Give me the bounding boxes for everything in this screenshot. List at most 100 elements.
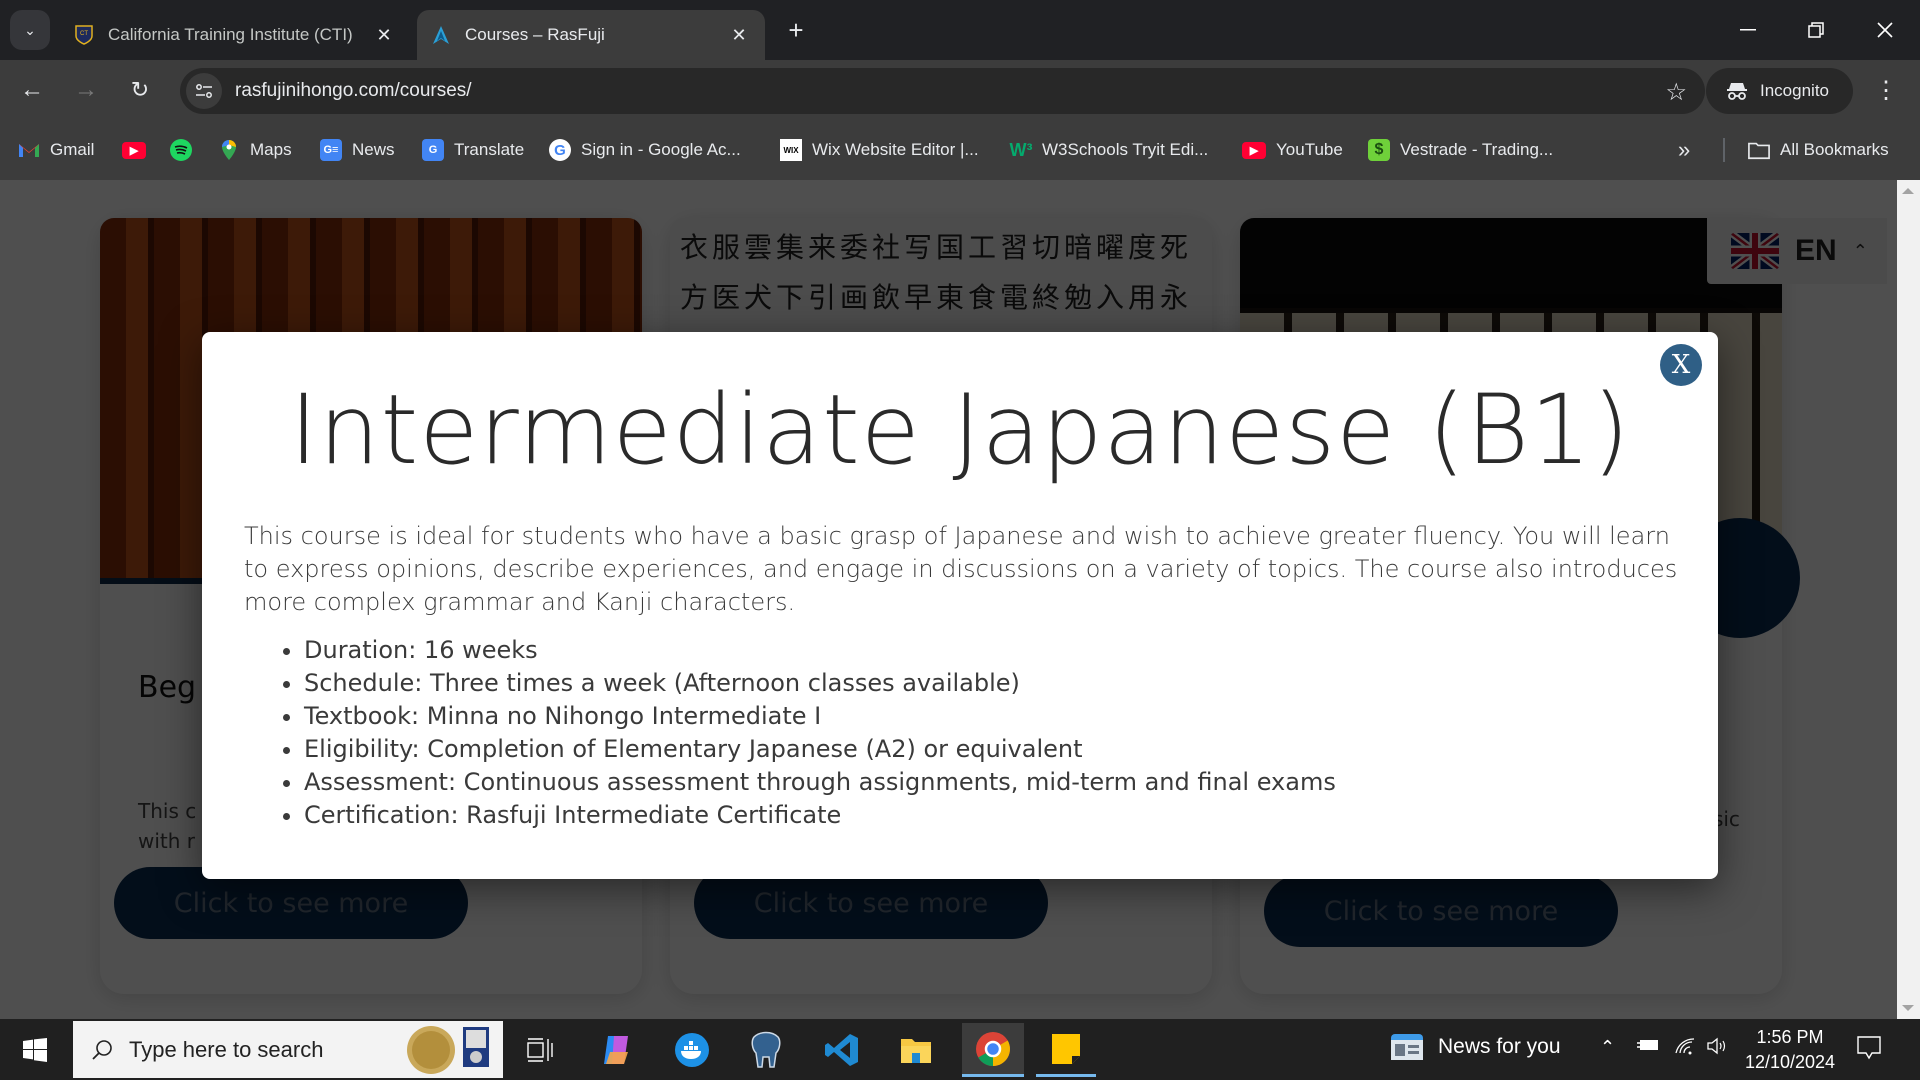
taskbar-file-explorer[interactable] (886, 1023, 946, 1077)
detail-eligibility: Eligibility: Completion of Elementary Ja… (304, 733, 1336, 766)
rasfuji-logo-icon (431, 25, 451, 45)
taskbar-chrome[interactable] (962, 1023, 1024, 1077)
tune-icon (196, 84, 212, 98)
notification-icon (1857, 1036, 1881, 1060)
google-translate-icon: G (422, 139, 444, 161)
google-news-icon: G≡ (320, 139, 342, 161)
notification-center-button[interactable] (1856, 1035, 1882, 1066)
arrow-left-icon: ← (20, 76, 44, 103)
wifi-icon[interactable] (1674, 1037, 1696, 1060)
address-bar[interactable]: rasfujinihongo.com/courses/ ☆ (180, 68, 1705, 114)
bookmarks-divider (1723, 138, 1725, 162)
bookmark-youtube[interactable]: ▶ (122, 136, 146, 164)
browser-menu-button[interactable]: ⋮ (1870, 72, 1902, 108)
system-clock[interactable]: 1:56 PM 12/10/2024 (1735, 1025, 1845, 1075)
postgresql-icon (751, 1031, 781, 1068)
bookmark-gmail[interactable]: Gmail (18, 136, 94, 164)
clock-date: 12/10/2024 (1744, 1052, 1836, 1072)
tab-cti[interactable]: CT California Training Institute (CTI) ✕ (60, 10, 410, 60)
reload-button[interactable]: ↻ (122, 72, 158, 108)
scroll-down-icon[interactable] (1902, 1005, 1914, 1011)
all-bookmarks-button[interactable]: All Bookmarks (1748, 136, 1889, 164)
taskbar-docker[interactable] (662, 1023, 722, 1077)
modal-description: This course is ideal for students who ha… (244, 522, 1678, 616)
start-button[interactable] (0, 1019, 70, 1080)
svg-text:CT: CT (80, 31, 88, 37)
gmail-icon (18, 139, 40, 161)
scroll-up-icon[interactable] (1902, 188, 1914, 194)
reload-icon: ↻ (130, 77, 150, 102)
page-scrollbar[interactable] (1897, 180, 1920, 1019)
restore-button[interactable] (1786, 8, 1846, 52)
google-icon: G (549, 139, 571, 161)
bookmark-w3schools[interactable]: W³ W3Schools Tryit Edi... (1010, 136, 1209, 164)
task-view-icon (527, 1038, 553, 1062)
taskbar-copilot[interactable] (586, 1023, 646, 1077)
site-info-button[interactable] (186, 73, 222, 109)
vestrade-icon: $ (1368, 139, 1390, 161)
url-text[interactable]: rasfujinihongo.com/courses/ (235, 80, 472, 102)
detail-schedule: Schedule: Three times a week (Afternoon … (304, 667, 1336, 700)
news-label: News for you (1438, 1035, 1561, 1058)
nobel-medal-icon (405, 1025, 491, 1075)
bookmark-news[interactable]: G≡ News (320, 136, 395, 164)
volume-icon[interactable] (1706, 1037, 1728, 1060)
chrome-icon (976, 1031, 1010, 1066)
clock-time: 1:56 PM (1756, 1027, 1824, 1047)
detail-certification: Certification: Rasfuji Intermediate Cert… (304, 799, 1336, 832)
courses-page: Beg This c with r Click to see more 衣服雲集… (0, 180, 1897, 1019)
forward-button[interactable]: → (68, 72, 104, 108)
youtube-icon: ▶ (122, 141, 146, 159)
bookmark-wix[interactable]: WIX Wix Website Editor |... (780, 136, 979, 164)
bookmark-translate[interactable]: G Translate (422, 136, 524, 164)
spotify-icon (170, 139, 192, 161)
bookmark-google-signin[interactable]: G Sign in - Google Ac... (549, 136, 741, 164)
copilot-icon (604, 1036, 628, 1064)
news-icon (1391, 1034, 1423, 1060)
show-hidden-icons-chevron-icon[interactable]: ⌃ (1600, 1037, 1615, 1058)
more-vert-icon: ⋮ (1874, 76, 1898, 104)
battery-charging-icon[interactable] (1636, 1037, 1660, 1058)
tab-title: California Training Institute (CTI) (108, 25, 353, 44)
taskbar-sticky-notes[interactable] (1036, 1023, 1096, 1077)
bookmark-star-icon[interactable]: ☆ (1665, 78, 1687, 107)
wix-icon: WIX (780, 139, 802, 161)
bookmark-spotify[interactable] (170, 136, 192, 164)
cti-shield-icon: CT (74, 25, 94, 45)
taskbar-search-box[interactable]: Type here to search (73, 1021, 503, 1078)
bookmarks-bar: Gmail ▶ Maps G≡ News G Translate G Sign … (0, 120, 1920, 180)
search-placeholder: Type here to search (129, 1036, 324, 1062)
chevron-down-icon: ⌄ (24, 21, 36, 38)
browser-toolbar: ← → ↻ rasfujinihongo.com/courses/ ☆ Inco… (0, 60, 1920, 120)
detail-assessment: Assessment: Continuous assessment throug… (304, 766, 1336, 799)
sticky-notes-icon (1052, 1033, 1080, 1064)
taskbar-vscode[interactable] (812, 1023, 872, 1077)
new-tab-button[interactable]: + (780, 14, 812, 46)
windows-logo-icon (23, 1037, 47, 1062)
minimize-icon (1740, 29, 1756, 31)
bookmarks-overflow-button[interactable]: » (1678, 136, 1690, 164)
incognito-icon (1727, 83, 1747, 100)
taskbar-task-view[interactable] (510, 1023, 570, 1077)
minimize-button[interactable] (1718, 8, 1778, 52)
news-widget[interactable]: News for you (1390, 1033, 1561, 1061)
tab-courses-rasfuji[interactable]: Courses – RasFuji ✕ (417, 10, 765, 60)
course-details-list: Duration: 16 weeks Schedule: Three times… (304, 634, 1336, 832)
close-tab-icon[interactable]: ✕ (372, 23, 396, 47)
incognito-badge[interactable]: Incognito (1706, 68, 1853, 114)
bookmark-youtube-2[interactable]: ▶ YouTube (1242, 136, 1343, 164)
back-button[interactable]: ← (14, 72, 50, 108)
close-window-button[interactable] (1855, 8, 1915, 52)
course-details-modal: X Intermediate Japanese (B1) This course… (202, 332, 1718, 879)
taskbar-postgresql[interactable] (736, 1023, 796, 1077)
bookmark-maps[interactable]: Maps (218, 136, 292, 164)
close-tab-icon[interactable]: ✕ (727, 23, 751, 47)
folder-icon (1748, 139, 1770, 161)
youtube-icon: ▶ (1242, 141, 1266, 159)
docker-icon (675, 1033, 709, 1067)
tab-strip: ⌄ CT California Training Institute (CTI)… (0, 0, 1920, 60)
page-viewport: Beg This c with r Click to see more 衣服雲集… (0, 180, 1920, 1019)
tab-search-button[interactable]: ⌄ (10, 10, 50, 50)
bookmark-vestrade[interactable]: $ Vestrade - Trading... (1368, 136, 1553, 164)
detail-textbook: Textbook: Minna no Nihongo Intermediate … (304, 700, 1336, 733)
